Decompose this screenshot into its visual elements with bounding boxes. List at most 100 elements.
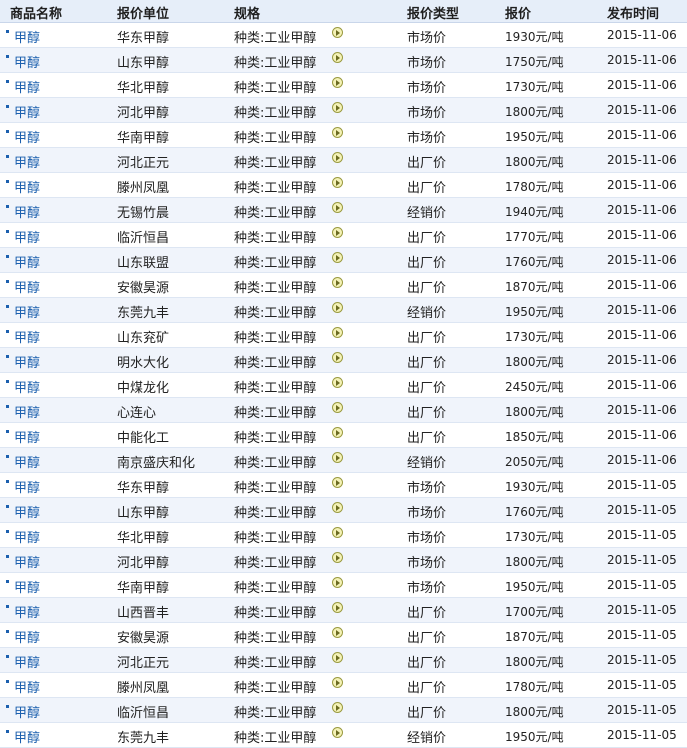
spec: 种类:工业甲醇 <box>234 431 317 446</box>
arrow-circle-icon[interactable] <box>332 327 343 338</box>
spec: 种类:工业甲醇 <box>234 631 317 646</box>
header-date: 发布时间 <box>607 7 660 22</box>
arrow-circle-icon[interactable] <box>332 602 343 613</box>
spec: 种类:工业甲醇 <box>234 281 317 296</box>
spec: 种类:工业甲醇 <box>234 381 317 396</box>
table-row: 甲醇 明水大化 种类:工业甲醇 出厂价 1800元/吨 2015-11-06 <box>0 348 687 373</box>
arrow-circle-icon[interactable] <box>332 477 343 488</box>
arrow-circle-icon[interactable] <box>332 302 343 313</box>
product-name-link[interactable]: 甲醇 <box>14 427 40 446</box>
quote-type: 市场价 <box>407 506 447 521</box>
arrow-circle-icon[interactable] <box>332 77 343 88</box>
product-name-link[interactable]: 甲醇 <box>14 652 40 671</box>
spec: 种类:工业甲醇 <box>234 506 317 521</box>
table-row: 甲醇 安徽昊源 种类:工业甲醇 出厂价 1870元/吨 2015-11-05 <box>0 623 687 648</box>
price: 1730元/吨 <box>505 80 564 94</box>
quote-type: 经销价 <box>407 306 447 321</box>
bullet-icon <box>6 180 9 183</box>
quote-unit: 河北正元 <box>117 656 170 671</box>
arrow-circle-icon[interactable] <box>332 177 343 188</box>
quote-type: 出厂价 <box>407 406 447 421</box>
product-name-link[interactable]: 甲醇 <box>14 402 40 421</box>
product-name-link[interactable]: 甲醇 <box>14 677 40 696</box>
product-name-link[interactable]: 甲醇 <box>14 577 40 596</box>
product-name-link[interactable]: 甲醇 <box>14 527 40 546</box>
bullet-icon <box>6 305 9 308</box>
product-name-link[interactable]: 甲醇 <box>14 377 40 396</box>
arrow-circle-icon[interactable] <box>332 652 343 663</box>
arrow-circle-icon[interactable] <box>332 452 343 463</box>
publish-date: 2015-11-06 <box>607 403 677 417</box>
quote-unit: 山东甲醇 <box>117 506 170 521</box>
product-name-link[interactable]: 甲醇 <box>14 727 40 746</box>
product-name-link[interactable]: 甲醇 <box>14 452 40 471</box>
arrow-circle-icon[interactable] <box>332 702 343 713</box>
arrow-circle-icon[interactable] <box>332 152 343 163</box>
product-name-link[interactable]: 甲醇 <box>14 277 40 296</box>
quote-type: 出厂价 <box>407 606 447 621</box>
product-name-link[interactable]: 甲醇 <box>14 352 40 371</box>
arrow-circle-icon[interactable] <box>332 627 343 638</box>
bullet-icon <box>6 205 9 208</box>
arrow-circle-icon[interactable] <box>332 727 343 738</box>
bullet-icon <box>6 730 9 733</box>
arrow-circle-icon[interactable] <box>332 252 343 263</box>
arrow-circle-icon[interactable] <box>332 52 343 63</box>
price-table: 商品名称 报价单位 规格 报价类型 报价 发布时间 甲醇 华东甲醇 种类:工业甲醇市… <box>0 0 687 748</box>
bullet-icon <box>6 255 9 258</box>
spec: 种类:工业甲醇 <box>234 556 317 571</box>
bullet-icon <box>6 130 9 133</box>
product-name-link[interactable]: 甲醇 <box>14 77 40 96</box>
product-name-link[interactable]: 甲醇 <box>14 152 40 171</box>
arrow-circle-icon[interactable] <box>332 377 343 388</box>
quote-unit: 山东联盟 <box>117 256 170 271</box>
arrow-circle-icon[interactable] <box>332 27 343 38</box>
price: 1870元/吨 <box>505 280 564 294</box>
quote-type: 出厂价 <box>407 706 447 721</box>
product-name-link[interactable]: 甲醇 <box>14 127 40 146</box>
product-name-link[interactable]: 甲醇 <box>14 477 40 496</box>
header-type: 报价类型 <box>407 7 460 22</box>
arrow-circle-icon[interactable] <box>332 577 343 588</box>
price: 1730元/吨 <box>505 330 564 344</box>
publish-date: 2015-11-05 <box>607 578 677 592</box>
arrow-circle-icon[interactable] <box>332 127 343 138</box>
price: 1800元/吨 <box>505 355 564 369</box>
product-name-link[interactable]: 甲醇 <box>14 602 40 621</box>
price: 1950元/吨 <box>505 730 564 744</box>
table-row: 甲醇 滕州凤凰 种类:工业甲醇 出厂价 1780元/吨 2015-11-06 <box>0 173 687 198</box>
arrow-circle-icon[interactable] <box>332 402 343 413</box>
product-name-link[interactable]: 甲醇 <box>14 502 40 521</box>
arrow-circle-icon[interactable] <box>332 102 343 113</box>
product-name-link[interactable]: 甲醇 <box>14 702 40 721</box>
arrow-circle-icon[interactable] <box>332 527 343 538</box>
product-name-link[interactable]: 甲醇 <box>14 27 40 46</box>
table-row: 甲醇 东莞九丰 种类:工业甲醇 经销价 1950元/吨 2015-11-06 <box>0 298 687 323</box>
price: 1870元/吨 <box>505 630 564 644</box>
product-name-link[interactable]: 甲醇 <box>14 302 40 321</box>
product-name-link[interactable]: 甲醇 <box>14 627 40 646</box>
arrow-circle-icon[interactable] <box>332 677 343 688</box>
product-name-link[interactable]: 甲醇 <box>14 52 40 71</box>
quote-unit: 东莞九丰 <box>117 731 170 746</box>
arrow-circle-icon[interactable] <box>332 227 343 238</box>
arrow-circle-icon[interactable] <box>332 427 343 438</box>
price: 1850元/吨 <box>505 430 564 444</box>
publish-date: 2015-11-05 <box>607 528 677 542</box>
arrow-circle-icon[interactable] <box>332 352 343 363</box>
arrow-circle-icon[interactable] <box>332 552 343 563</box>
product-name-link[interactable]: 甲醇 <box>14 552 40 571</box>
arrow-circle-icon[interactable] <box>332 277 343 288</box>
product-name-link[interactable]: 甲醇 <box>14 327 40 346</box>
arrow-circle-icon[interactable] <box>332 202 343 213</box>
bullet-icon <box>6 330 9 333</box>
product-name-link[interactable]: 甲醇 <box>14 202 40 221</box>
product-name-link[interactable]: 甲醇 <box>14 102 40 121</box>
arrow-circle-icon[interactable] <box>332 502 343 513</box>
quote-unit: 临沂恒昌 <box>117 231 170 246</box>
product-name-link[interactable]: 甲醇 <box>14 227 40 246</box>
spec: 种类:工业甲醇 <box>234 706 317 721</box>
product-name-link[interactable]: 甲醇 <box>14 177 40 196</box>
product-name-link[interactable]: 甲醇 <box>14 252 40 271</box>
quote-unit: 安徽昊源 <box>117 281 170 296</box>
